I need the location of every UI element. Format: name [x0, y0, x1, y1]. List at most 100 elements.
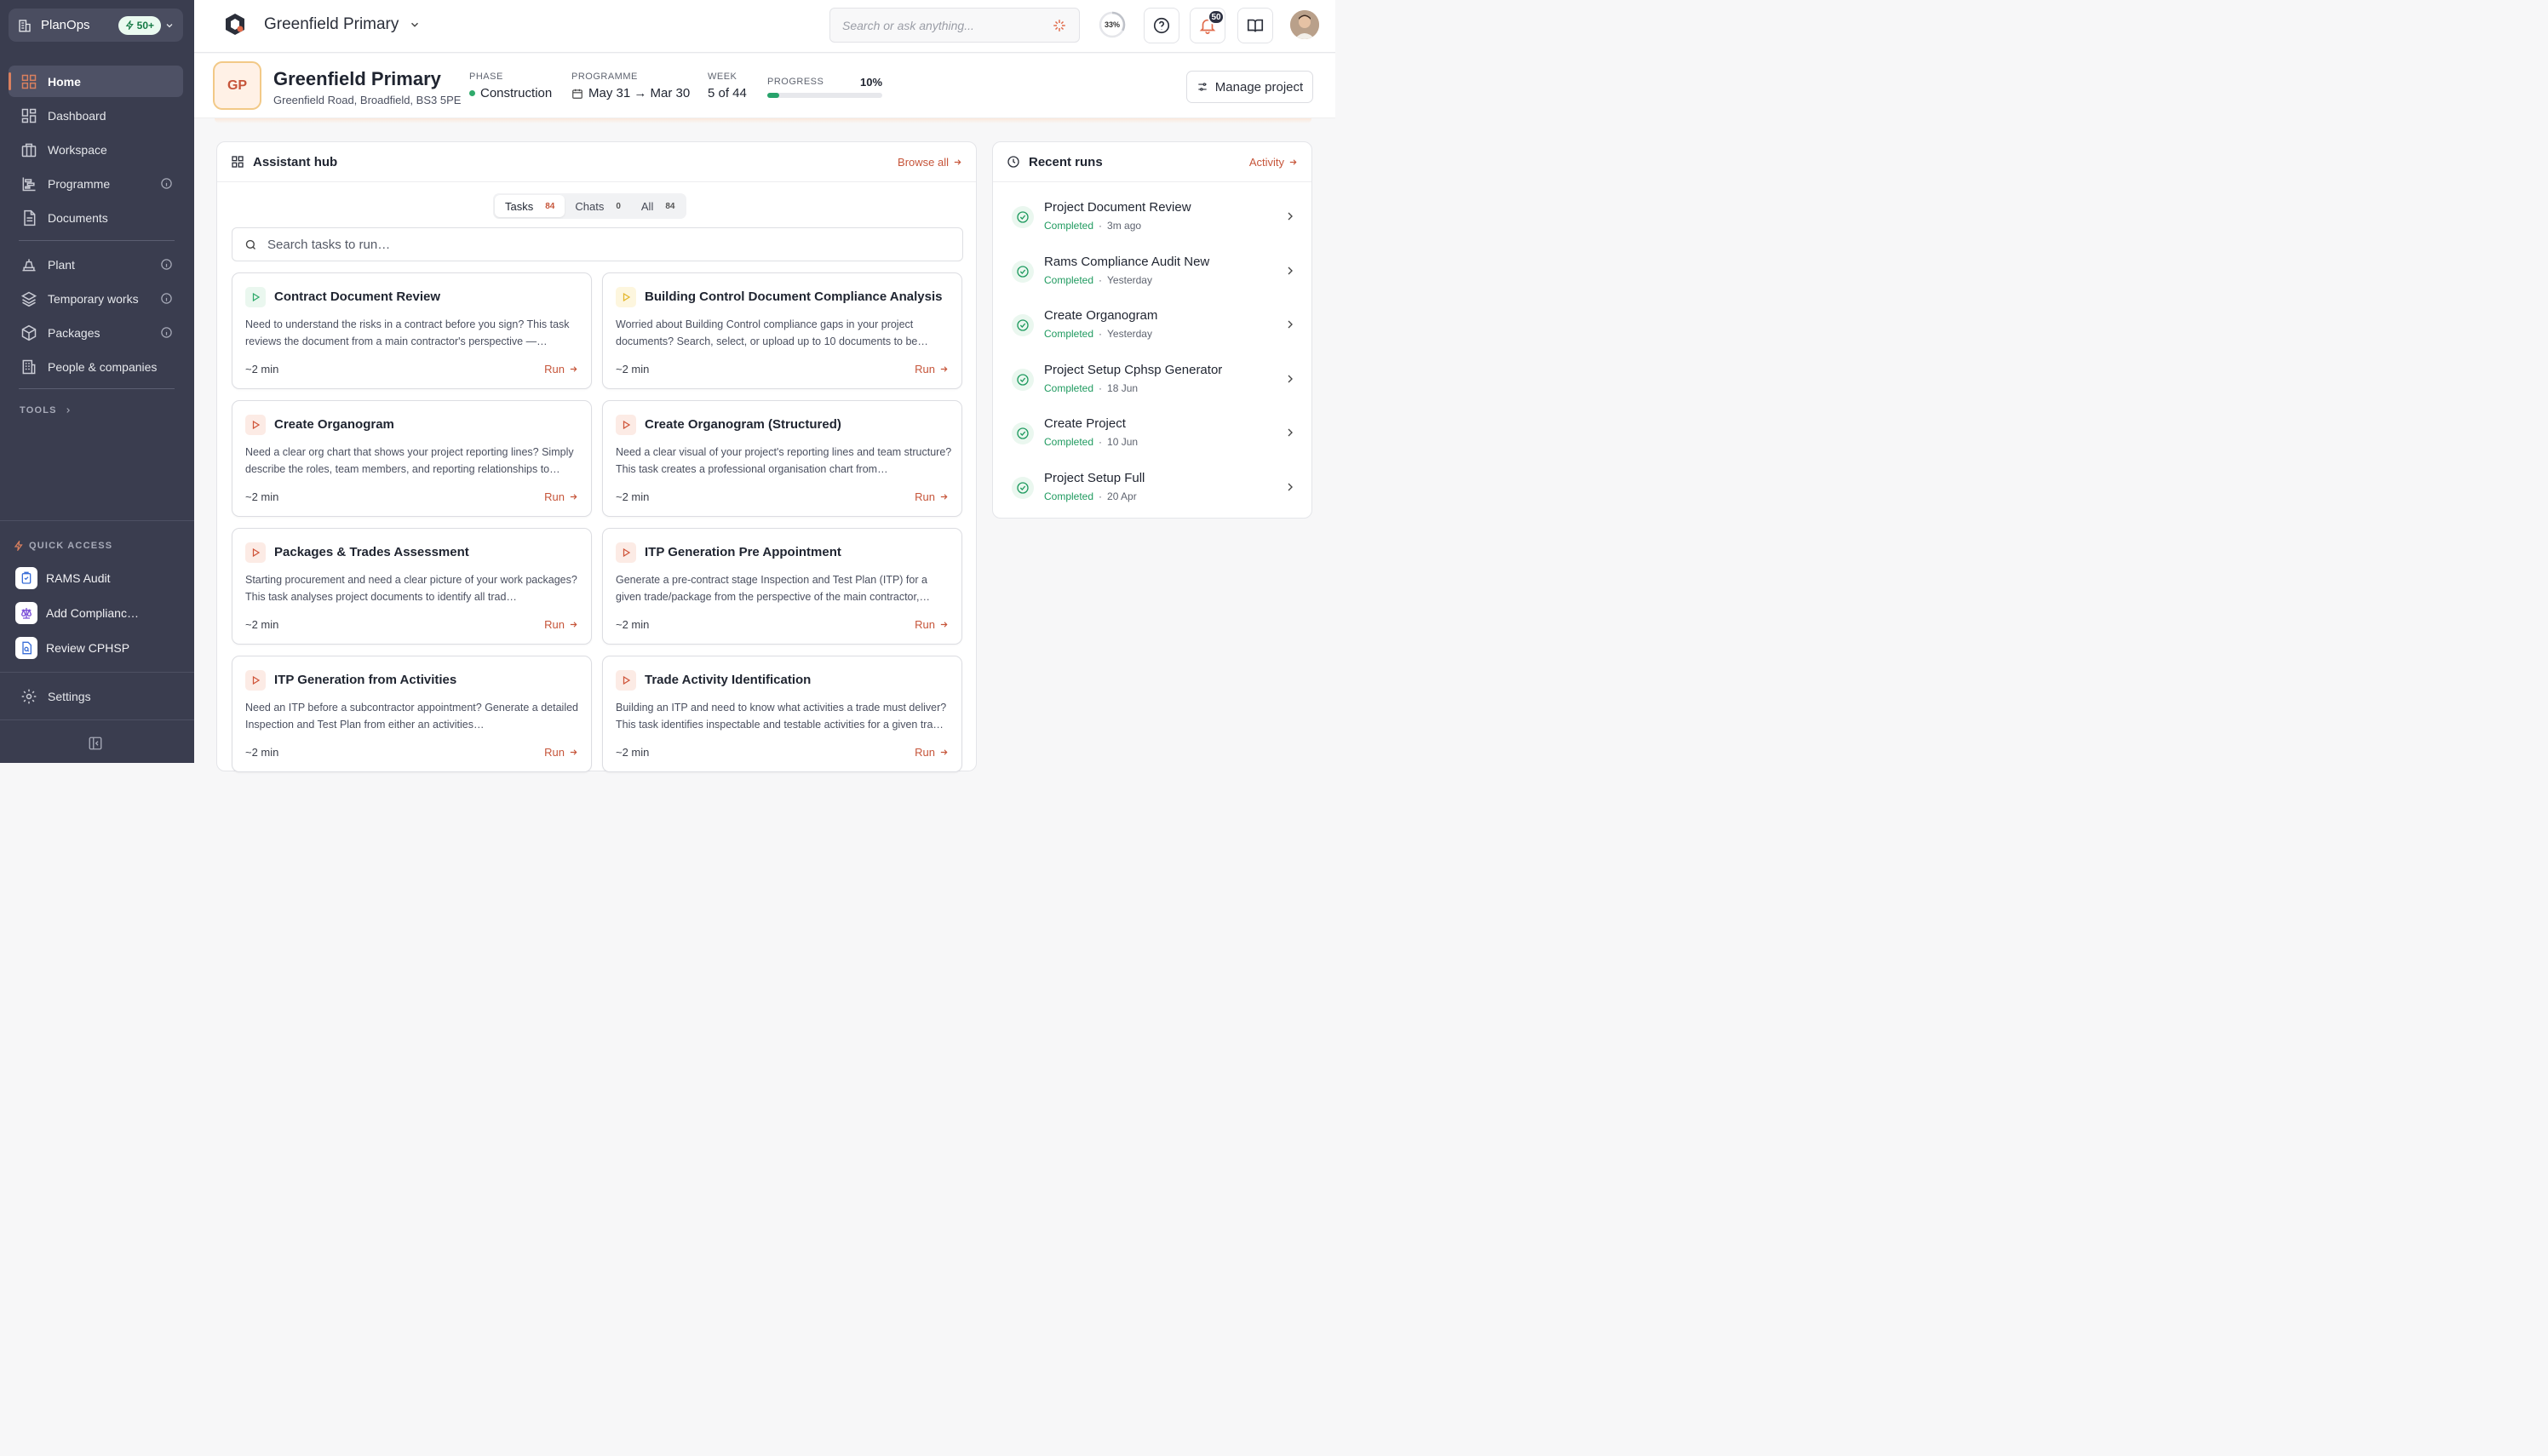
run-status-line: Completed · 18 Jun — [1044, 382, 1138, 394]
tab-tasks[interactable]: Tasks 84 — [495, 195, 565, 217]
docs-button[interactable] — [1237, 8, 1273, 43]
tab-all[interactable]: All 84 — [631, 195, 686, 217]
run-task-button[interactable]: Run — [915, 618, 949, 631]
sidebar-item-people-companies[interactable]: People & companies — [9, 351, 183, 382]
info-icon[interactable] — [160, 292, 173, 305]
gear-icon — [21, 689, 37, 703]
task-card[interactable]: Contract Document Review Need to understa… — [232, 272, 592, 389]
recent-run-item[interactable]: Project Setup Full Completed · 20 Apr — [1012, 468, 1297, 511]
run-name: Create Organogram — [1044, 308, 1158, 323]
tools-label: TOOLS — [20, 405, 57, 416]
run-status: Completed — [1044, 436, 1094, 448]
task-duration: ~2 min — [245, 490, 279, 503]
task-card[interactable]: Trade Activity Identification Building an… — [602, 656, 962, 772]
check-circle-icon — [1012, 260, 1034, 283]
sidebar-item-workspace[interactable]: Workspace — [9, 134, 183, 165]
tab-label: All — [640, 199, 654, 213]
tab-chats[interactable]: Chats 0 — [565, 195, 631, 217]
task-card[interactable]: ITP Generation from Activities Need an IT… — [232, 656, 592, 772]
credits-badge[interactable]: 50+ — [118, 15, 161, 35]
arrow-right-icon — [570, 494, 577, 500]
browse-all-label: Browse all — [898, 155, 949, 169]
info-icon[interactable] — [160, 258, 173, 271]
arrow-right-icon — [570, 366, 577, 372]
sidebar-item-programme[interactable]: Programme — [9, 168, 183, 199]
progress-value: 10% — [860, 76, 883, 89]
recent-runs-title: Recent runs — [1029, 154, 1103, 169]
run-task-button[interactable]: Run — [544, 746, 578, 759]
sidebar-item-label: Plant — [48, 257, 75, 272]
quick-access-add-compliance[interactable]: Add Complianc… — [15, 602, 186, 624]
recent-run-item[interactable]: Project Document Review Completed · 3m ago — [1012, 198, 1297, 240]
programme-value: May 31 → Mar 30 — [571, 86, 690, 100]
quick-access-label: QUICK ACCESS — [29, 541, 113, 551]
task-title: ITP Generation from Activities — [274, 673, 457, 687]
run-time: Yesterday — [1107, 273, 1152, 286]
run-status: Completed — [1044, 220, 1094, 232]
sparkle-icon[interactable] — [1052, 18, 1067, 33]
run-label: Run — [915, 363, 935, 375]
sidebar-item-dashboard[interactable]: Dashboard — [9, 100, 183, 131]
help-button[interactable] — [1144, 8, 1179, 43]
run-task-button[interactable]: Run — [915, 490, 949, 503]
sidebar-item-settings[interactable]: Settings — [9, 680, 183, 712]
sidebar-item-label: Settings — [48, 689, 91, 703]
task-duration: ~2 min — [616, 618, 650, 631]
building-icon — [22, 359, 36, 374]
task-card[interactable]: Create Organogram (Structured) Need a cle… — [602, 400, 962, 517]
chevron-right-icon — [1288, 320, 1293, 329]
task-search-input[interactable]: Search tasks to run… — [232, 227, 963, 261]
run-time: 10 Jun — [1107, 436, 1139, 448]
task-card[interactable]: ITP Generation Pre Appointment Generate a… — [602, 528, 962, 645]
avatar-icon — [1290, 10, 1319, 39]
sidebar-item-temporary-works[interactable]: Temporary works — [9, 283, 183, 314]
collapse-sidebar-icon[interactable] — [88, 736, 103, 751]
task-description: Worried about Building Control complianc… — [616, 318, 928, 347]
sidebar-item-label: Workspace — [48, 142, 107, 157]
info-icon[interactable] — [160, 177, 173, 190]
run-task-button[interactable]: Run — [915, 746, 949, 759]
check-circle-icon — [1012, 422, 1034, 444]
recent-run-item[interactable]: Create Project Completed · 10 Jun — [1012, 414, 1297, 456]
sidebar-item-documents[interactable]: Documents — [9, 202, 183, 233]
task-card[interactable]: Create Organogram Need a clear org chart … — [232, 400, 592, 517]
sidebar-item-home[interactable]: Home — [9, 66, 183, 97]
chevron-down-icon[interactable] — [164, 20, 175, 31]
quick-access-rams-audit[interactable]: RAMS Audit — [15, 567, 186, 589]
arrow-right-icon — [940, 749, 948, 755]
browse-all-link[interactable]: Browse all — [898, 156, 962, 169]
global-search-input[interactable]: Search or ask anything... — [829, 8, 1080, 43]
arrow-right-icon — [570, 622, 577, 628]
chevron-right-icon — [1288, 267, 1293, 274]
week-label: WEEK — [708, 72, 737, 82]
sidebar-item-plant[interactable]: Plant — [9, 249, 183, 280]
manage-project-button[interactable]: Manage project — [1186, 71, 1313, 103]
chevron-right-icon — [1288, 375, 1293, 382]
recent-run-item[interactable]: Create Organogram Completed · Yesterday — [1012, 306, 1297, 348]
tools-toggle[interactable]: TOOLS — [20, 405, 72, 416]
play-icon — [245, 670, 266, 691]
task-card[interactable]: Building Control Document Compliance Ana… — [602, 272, 962, 389]
sidebar-item-packages[interactable]: Packages — [9, 317, 183, 348]
user-avatar[interactable] — [1290, 10, 1319, 39]
project-selector[interactable]: Greenfield Primary — [264, 15, 421, 34]
run-task-button[interactable]: Run — [544, 618, 578, 631]
app-logo-icon[interactable] — [222, 12, 248, 37]
search-icon — [245, 239, 255, 249]
run-task-button[interactable]: Run — [915, 363, 949, 375]
activity-link[interactable]: Activity — [1249, 156, 1298, 169]
info-icon[interactable] — [160, 326, 173, 339]
task-title: Trade Activity Identification — [645, 673, 812, 687]
recent-run-item[interactable]: Rams Compliance Audit New Completed · Yeste… — [1012, 252, 1297, 295]
run-task-button[interactable]: Run — [544, 363, 578, 375]
run-status: Completed — [1044, 273, 1094, 286]
separator-dot: · — [1099, 273, 1103, 286]
layers-icon — [20, 291, 37, 307]
workspace-switcher[interactable]: PlanOps 50+ — [9, 9, 183, 42]
chevron-right-icon — [1288, 428, 1293, 437]
recent-runs: Recent runs Activity Project Document Re… — [992, 141, 1312, 519]
run-task-button[interactable]: Run — [544, 490, 578, 503]
quick-access-review-cphsp[interactable]: Review CPHSP — [15, 637, 186, 659]
task-card[interactable]: Packages & Trades Assessment Starting pro… — [232, 528, 592, 645]
recent-run-item[interactable]: Project Setup Cphsp Generator Completed · 1… — [1012, 360, 1297, 403]
